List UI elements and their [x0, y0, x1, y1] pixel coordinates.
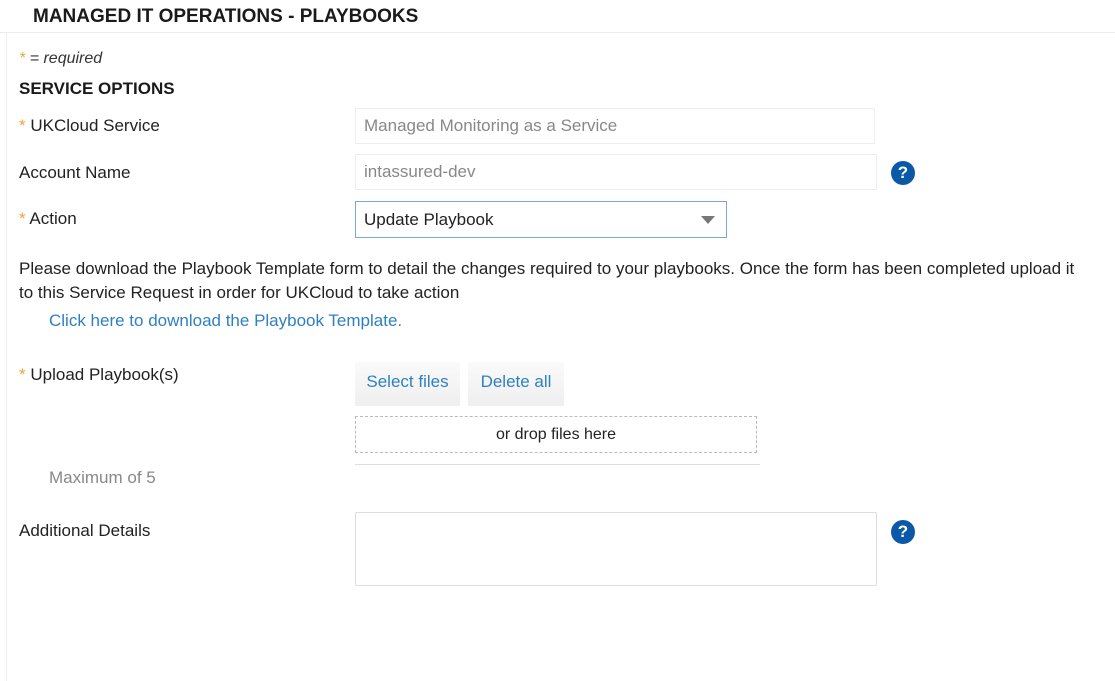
page-title: MANAGED IT OPERATIONS - PLAYBOOKS — [33, 6, 419, 27]
service-label: * UKCloud Service — [19, 116, 160, 135]
instructions-text: Please download the Playbook Template fo… — [19, 259, 1075, 302]
help-icon[interactable]: ? — [891, 161, 915, 185]
details-textarea[interactable] — [355, 512, 877, 586]
required-legend: * = required — [19, 50, 103, 67]
chevron-down-icon — [701, 216, 715, 224]
file-drop-zone[interactable]: or drop files here — [355, 416, 757, 453]
account-field[interactable]: intassured-dev — [355, 154, 877, 190]
select-files-button[interactable]: Select files — [355, 362, 460, 406]
section-title: SERVICE OPTIONS — [19, 79, 175, 98]
action-label: * Action — [19, 209, 77, 228]
help-icon[interactable]: ? — [891, 520, 915, 544]
service-field[interactable]: Managed Monitoring as a Service — [355, 108, 875, 144]
account-label: Account Name — [19, 163, 131, 182]
action-select[interactable]: Update Playbook — [355, 201, 727, 238]
upload-label: * Upload Playbook(s) — [19, 365, 179, 384]
details-label: Additional Details — [19, 521, 151, 540]
max-files-note: Maximum of 5 — [49, 468, 156, 487]
upload-divider — [355, 464, 760, 465]
download-template-link[interactable]: Click here to download the Playbook Temp… — [49, 311, 402, 331]
delete-all-button[interactable]: Delete all — [468, 362, 564, 406]
